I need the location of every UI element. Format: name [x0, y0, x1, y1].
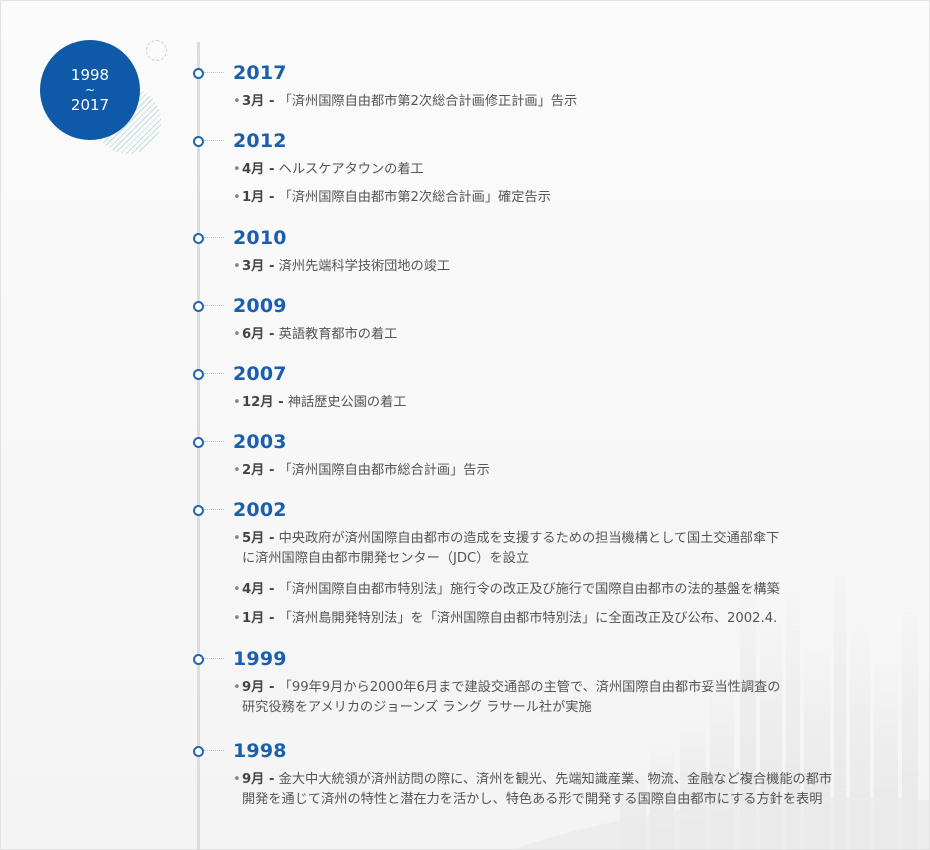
timeline-item: •9月 - 金大中大統領が済州訪問の際に、済州を観光、先端知識産業、物流、金融な…	[233, 772, 833, 807]
timeline-item: •3月 - 「済州国際自由都市第2次総合計画修正計画」告示	[233, 94, 578, 109]
timeline-item: •1月 - 「済州国際自由都市第2次総合計画」確定告示	[233, 190, 551, 205]
timeline-connector	[204, 72, 224, 73]
timeline-node	[193, 233, 204, 244]
timeline-connector	[204, 305, 224, 306]
timeline-year: 1999	[233, 648, 287, 670]
timeline-year: 2007	[233, 363, 287, 385]
period-badge-group: 1998 ~ 2017	[40, 40, 170, 160]
timeline-item: •12月 - 神話歴史公園の着工	[233, 395, 407, 410]
timeline-node	[193, 369, 204, 380]
badge-end-year: 2017	[70, 96, 110, 114]
timeline-connector	[204, 509, 224, 510]
timeline-item: •9月 - 「99年9月から2000年6月まで建設交通部の主管で、済州国際自由都…	[233, 680, 781, 715]
timeline-year: 2010	[233, 227, 287, 249]
timeline-connector	[204, 140, 224, 141]
timeline-connector	[204, 373, 224, 374]
timeline-node	[193, 505, 204, 516]
timeline-year: 1998	[233, 740, 287, 762]
timeline-item: •4月 - ヘルスケアタウンの着工	[233, 162, 424, 177]
timeline-year: 2009	[233, 295, 287, 317]
timeline-connector	[204, 750, 224, 751]
badge-start-year: 1998	[70, 66, 110, 84]
timeline-item: •3月 - 済州先端科学技術団地の竣工	[233, 259, 451, 274]
timeline-connector	[204, 441, 224, 442]
timeline-item: •6月 - 英語教育都市の着工	[233, 327, 398, 342]
timeline-node	[193, 437, 204, 448]
dotted-circle-decoration	[146, 40, 167, 61]
timeline-node	[193, 654, 204, 665]
timeline-node	[193, 746, 204, 757]
timeline-node	[193, 301, 204, 312]
timeline-item: •2月 - 「済州国際自由都市総合計画」告示	[233, 463, 490, 478]
timeline-connector	[204, 658, 224, 659]
timeline-connector	[204, 237, 224, 238]
timeline-year: 2002	[233, 499, 287, 521]
period-badge: 1998 ~ 2017	[40, 40, 140, 140]
badge-tilde: ~	[84, 83, 96, 97]
timeline-item: •4月 - 「済州国際自由都市特別法」施行令の改正及び施行で国際自由都市の法的基…	[233, 582, 780, 597]
timeline-item: •5月 - 中央政府が済州国際自由都市の造成を支援するための担当機構として国土交…	[233, 531, 780, 566]
timeline-node	[193, 68, 204, 79]
timeline-year: 2003	[233, 431, 287, 453]
timeline-item: •1月 - 「済州島開発特別法」を「済州国際自由都市特別法」に全面改正及び公布、…	[233, 611, 778, 626]
timeline-node	[193, 136, 204, 147]
timeline-year: 2012	[233, 130, 287, 152]
timeline-year: 2017	[233, 62, 287, 84]
